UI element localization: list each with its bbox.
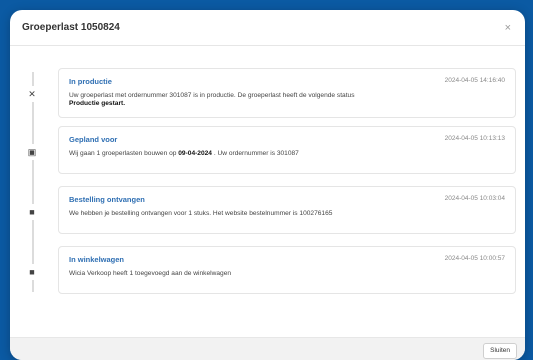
event-title: In productie — [69, 77, 112, 86]
event-text-prefix: Wij gaan 1 groeperlasten bouwen op — [69, 150, 179, 157]
timeline-card: In productie 2024-04-05 14:16:40 Uw groe… — [58, 68, 516, 118]
calendar-icon: ▣ — [24, 144, 40, 160]
event-time: 2024-04-05 14:16:40 — [444, 77, 505, 84]
close-button[interactable]: Sluiten — [483, 343, 517, 359]
event-time: 2024-04-05 10:00:57 — [444, 255, 505, 262]
event-text: We hebben je bestelling ontvangen voor 1… — [69, 210, 333, 217]
event-date: 09-04-2024 — [178, 150, 212, 157]
event-text: Wij gaan 1 groeperlasten bouwen op 09-04… — [69, 150, 505, 158]
timeline-modal: Groeperlast 1050824 × ✕ In productie 202… — [10, 10, 525, 360]
cross-icon: ✕ — [24, 86, 40, 102]
event-text: Wicia Verkoop heeft 1 toegevoegd aan de … — [69, 270, 232, 277]
timeline-body: ✕ In productie 2024-04-05 14:16:40 Uw gr… — [10, 46, 525, 338]
modal-title: Groeperlast 1050824 — [22, 22, 120, 33]
event-text: Uw groeperlast met ordernummer 301087 is… — [69, 92, 505, 108]
event-title: Gepland voor — [69, 135, 118, 144]
timeline-event-in-productie: ✕ In productie 2024-04-05 14:16:40 Uw gr… — [10, 68, 525, 118]
timeline-card: Bestelling ontvangen 2024-04-05 10:03:04… — [58, 186, 516, 234]
box-icon: ■ — [24, 204, 40, 220]
event-title: In winkelwagen — [69, 255, 125, 264]
modal-header: Groeperlast 1050824 × — [10, 10, 525, 46]
modal-footer: Sluiten — [10, 337, 525, 360]
cart-icon: ■ — [24, 264, 40, 280]
event-text-line: Uw groeperlast met ordernummer 301087 is… — [69, 92, 355, 99]
event-status: Productie gestart. — [69, 100, 126, 108]
timeline-event-in-winkelwagen: ■ In winkelwagen 2024-04-05 10:00:57 Wic… — [10, 246, 525, 296]
timeline-event-bestelling-ontvangen: ■ Bestelling ontvangen 2024-04-05 10:03:… — [10, 186, 525, 236]
timeline-card: In winkelwagen 2024-04-05 10:00:57 Wicia… — [58, 246, 516, 294]
timeline-card: Gepland voor 2024-04-05 10:13:13 Wij gaa… — [58, 126, 516, 174]
close-icon[interactable]: × — [505, 22, 511, 34]
event-time: 2024-04-05 10:13:13 — [444, 135, 505, 142]
timeline-event-gepland-voor: ▣ Gepland voor 2024-04-05 10:13:13 Wij g… — [10, 126, 525, 176]
event-time: 2024-04-05 10:03:04 — [444, 195, 505, 202]
event-title: Bestelling ontvangen — [69, 195, 145, 204]
event-text-suffix: . Uw ordernummer is 301087 — [213, 150, 299, 157]
